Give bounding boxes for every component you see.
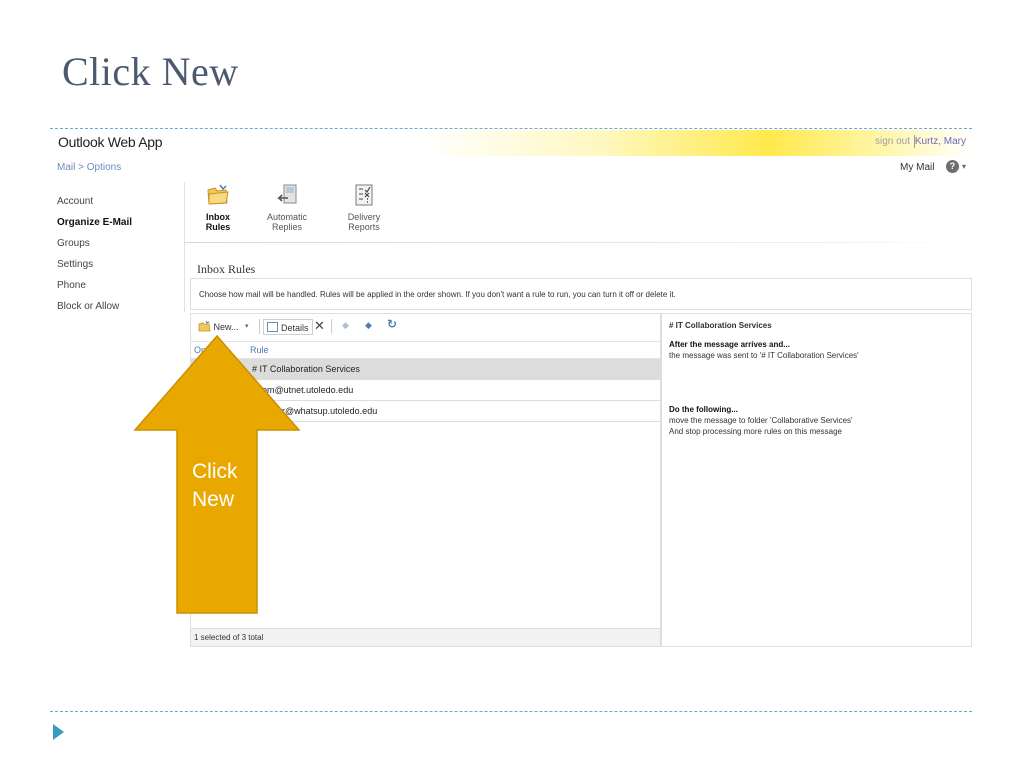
details-button[interactable]: Details <box>263 319 313 335</box>
sidebar-item-account[interactable]: Account <box>57 196 177 217</box>
help-menu-caret[interactable]: ▾ <box>962 162 966 171</box>
tabs-divider <box>185 242 965 243</box>
condition-heading: After the message arrives and... <box>669 340 790 349</box>
slide-title: Click New <box>62 49 239 94</box>
new-rule-button[interactable]: New... <box>198 320 239 332</box>
help-icon[interactable]: ? <box>946 160 959 173</box>
new-rule-dropdown[interactable]: ▾ <box>245 322 249 330</box>
toolbar-separator <box>259 319 260 334</box>
bottom-divider <box>50 711 972 712</box>
app-title: Outlook Web App <box>58 134 163 150</box>
report-icon <box>355 184 373 206</box>
rules-column-header: On Rule <box>191 341 660 359</box>
rule-details-title: # IT Collaboration Services <box>669 321 772 330</box>
reply-icon <box>277 184 297 204</box>
action-heading: Do the following... <box>669 405 738 414</box>
bullet-triangle-icon <box>53 724 64 740</box>
selection-count: 1 selected of 3 total <box>194 633 264 642</box>
sidebar-divider <box>184 182 185 312</box>
details-icon <box>267 322 278 332</box>
table-row[interactable]: om@utnet.utoledo.edu <box>191 380 660 401</box>
action-line-1: move the message to folder 'Collaborativ… <box>669 416 853 425</box>
user-name[interactable]: Kurtz, Mary <box>915 136 966 147</box>
tab-automatic-replies[interactable]: Automatic Replies <box>251 183 323 232</box>
sidebar-item-groups[interactable]: Groups <box>57 238 177 259</box>
sidebar-item-block-or-allow[interactable]: Block or Allow <box>57 301 177 322</box>
sidebar-item-organize-email[interactable]: Organize E-Mail <box>57 217 177 238</box>
folder-icon <box>207 184 229 205</box>
breadcrumb[interactable]: Mail > Options <box>57 162 121 173</box>
sidebar-item-phone[interactable]: Phone <box>57 280 177 301</box>
tab-inbox-rules[interactable]: Inbox Rules <box>193 183 243 232</box>
delete-icon[interactable]: ✕ <box>314 318 325 334</box>
top-divider <box>50 128 972 129</box>
new-folder-icon <box>198 320 211 332</box>
action-line-2: And stop processing more rules on this m… <box>669 427 842 436</box>
table-row[interactable]: # IT Collaboration Services <box>191 359 660 380</box>
column-on[interactable]: On <box>194 345 206 355</box>
condition-text: the message was sent to '# IT Collaborat… <box>669 351 859 360</box>
rule-name: r@whatsup.utoledo.edu <box>282 406 378 416</box>
table-row[interactable]: r@whatsup.utoledo.edu <box>191 401 660 422</box>
column-rule[interactable]: Rule <box>250 345 269 355</box>
tab-inbox-rules-label: Inbox Rules <box>205 212 231 232</box>
details-label: Details <box>281 323 309 333</box>
options-sidebar: Account Organize E-Mail Groups Settings … <box>57 196 177 322</box>
my-mail-link[interactable]: My Mail <box>900 162 934 173</box>
rule-name: # IT Collaboration Services <box>252 364 360 374</box>
move-down-icon[interactable]: ◆ <box>365 320 372 331</box>
owa-header-bar: Outlook Web App sign out Kurtz, Mary <box>50 130 972 156</box>
sign-out-link[interactable]: sign out <box>875 136 910 147</box>
tab-delivery-reports-label: Delivery Reports <box>347 212 381 232</box>
rule-name: om@utnet.utoledo.edu <box>262 385 354 395</box>
tab-automatic-replies-label: Automatic Replies <box>266 212 308 232</box>
tab-delivery-reports[interactable]: Delivery Reports <box>331 183 397 232</box>
refresh-icon[interactable]: ↻ <box>387 317 397 331</box>
toolbar-separator <box>331 319 332 334</box>
rules-list-panel: New... ▾ Details ✕ ◆ ◆ ↻ On Rule # IT Co… <box>190 313 661 647</box>
inbox-rules-heading: Inbox Rules <box>197 262 256 276</box>
new-rule-label: New... <box>213 322 239 332</box>
rule-details-panel: # IT Collaboration Services After the me… <box>661 313 972 647</box>
inbox-rules-description: Choose how mail will be handled. Rules w… <box>199 290 676 299</box>
inbox-rules-description-box: Choose how mail will be handled. Rules w… <box>190 278 972 310</box>
rules-toolbar: New... ▾ Details ✕ ◆ ◆ ↻ <box>191 314 660 339</box>
sidebar-item-settings[interactable]: Settings <box>57 259 177 280</box>
rules-status-bar: 1 selected of 3 total <box>191 628 660 646</box>
move-up-icon[interactable]: ◆ <box>342 320 349 331</box>
